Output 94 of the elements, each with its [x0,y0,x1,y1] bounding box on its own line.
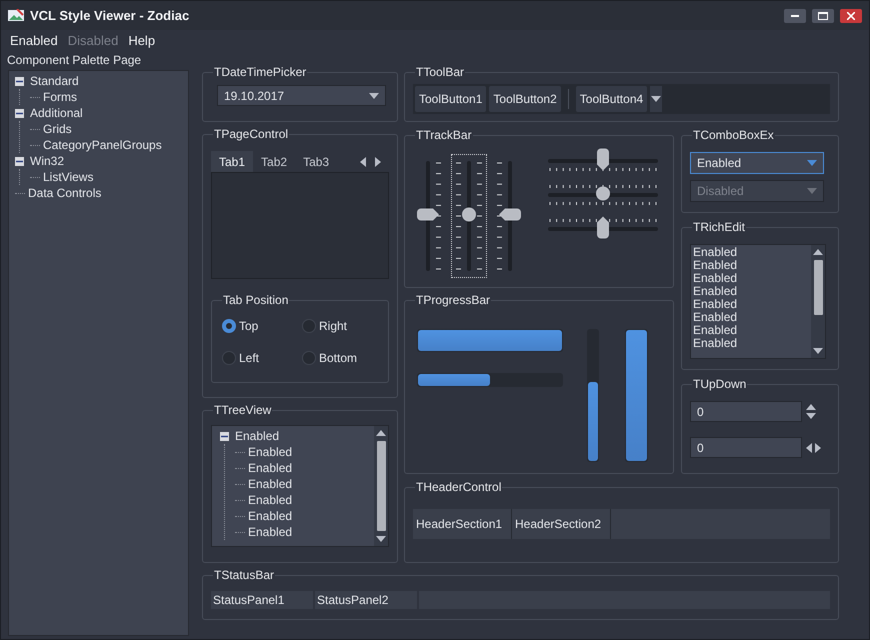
window-title: VCL Style Viewer - Zodiac [30,8,190,23]
collapse-icon[interactable] [220,432,229,440]
text-line: Enabled [693,246,738,259]
text-line: Enabled [693,311,738,324]
minimize-button[interactable] [784,8,806,22]
group-title: TProgressBar [415,293,492,307]
status-panel: StatusPanel2 [315,591,419,609]
group-title: TUpDown [692,377,748,391]
slider-thumb[interactable] [597,216,609,242]
group-title: TTrackBar [415,128,473,142]
maximize-icon [818,12,828,20]
slider-thumb[interactable] [499,208,521,224]
scroll-right-icon[interactable] [375,156,381,166]
scrollbar[interactable] [374,426,388,546]
close-button[interactable] [840,8,862,22]
slider[interactable] [547,183,659,207]
tab[interactable]: Tab3 [295,151,338,172]
tree-item[interactable]: ListViews [43,170,94,184]
slider-thumb[interactable] [417,208,439,224]
text-line: Enabled [693,259,738,272]
tab[interactable]: Tab2 [253,151,296,172]
tree-item[interactable]: CategoryPanelGroups [43,138,162,152]
tree-item[interactable]: Enabled [235,429,280,443]
text-line: Enabled [693,298,738,311]
dropdown-button[interactable] [650,86,662,112]
tree-item[interactable]: Data Controls [28,186,102,200]
header-section[interactable]: HeaderSection2 [512,509,611,539]
tree-item[interactable]: Additional [30,106,83,120]
group-title: TDateTimePicker [213,65,308,79]
spin-down-icon[interactable] [806,413,816,419]
slider-thumb[interactable] [596,186,610,204]
collapse-icon[interactable] [15,108,24,118]
tool-button[interactable]: ToolButton4 [576,86,648,112]
radio-option[interactable]: Bottom [302,351,378,365]
spin-right-icon[interactable] [815,442,821,452]
close-icon [847,12,855,20]
text-line: Enabled [693,337,738,350]
maximize-button[interactable] [812,8,834,22]
slider-thumb[interactable] [462,208,476,224]
tree-item[interactable]: Enabled [248,461,292,475]
header-section[interactable]: HeaderSection1 [413,509,512,539]
tab[interactable]: Tab1 [211,151,254,172]
group-title: TComboBoxEx [692,128,775,142]
group-title: TToolBar [415,65,466,79]
scrollbar[interactable] [811,245,825,358]
group-title: THeaderControl [415,480,502,494]
tree-item[interactable]: Enabled [248,525,292,539]
combo-box[interactable]: Enabled [690,152,824,174]
menu-item[interactable]: Help [128,32,156,48]
scroll-down-icon[interactable] [813,348,823,354]
scroll-up-icon[interactable] [376,430,386,436]
scroll-up-icon[interactable] [813,249,823,255]
date-field[interactable]: 19.10.2017 [217,85,386,106]
group-title: TRichEdit [692,220,746,234]
text-line: Enabled [693,272,738,285]
tree-item[interactable]: Grids [43,122,72,136]
radio-option[interactable]: Right [302,319,378,333]
number-field[interactable]: 0 [690,401,802,422]
spin-left-icon[interactable] [806,442,812,452]
scroll-down-icon[interactable] [376,536,386,542]
app-icon [8,8,24,22]
spin-up-icon[interactable] [806,404,816,410]
menu-item[interactable]: Enabled [10,32,58,48]
radio-option[interactable]: Left [222,351,302,365]
collapse-icon[interactable] [15,156,24,166]
group-title: Tab Position [222,293,290,307]
dropdown-caret-icon [369,92,379,98]
status-panel: StatusPanel1 [211,591,315,609]
group-title: TTreeView [213,403,272,417]
panel-title: Component Palette Page [7,52,142,69]
tool-button[interactable]: ToolButton1 [415,86,486,112]
text-line: Enabled [693,324,738,337]
slider[interactable] [451,154,487,278]
group-title: TPageControl [213,127,290,141]
group-title: TStatusBar [213,568,276,582]
tree-item[interactable]: Enabled [248,477,292,491]
slider-thumb[interactable] [597,148,609,174]
caret-icon [651,96,662,102]
number-field[interactable]: 0 [690,437,802,458]
tree-item[interactable]: Forms [43,90,77,104]
text-line: Enabled [693,285,738,298]
tree-item[interactable]: Enabled [248,493,292,507]
tree-item[interactable]: Enabled [248,509,292,523]
collapse-icon[interactable] [15,76,24,86]
minimize-icon [791,14,799,16]
tree-item[interactable]: Standard [30,74,79,88]
dropdown-caret-icon [807,160,817,166]
dropdown-caret-icon [807,188,817,194]
tree-item[interactable]: Win32 [30,154,64,168]
tool-button[interactable]: ToolButton2 [489,86,561,112]
scroll-left-icon[interactable] [360,156,366,166]
rich-edit[interactable]: Enabled Enabled Enabled Enabled Enabled Enabled Enabled Enabled [690,244,826,359]
tree-item[interactable]: Enabled [248,445,292,459]
radio-option[interactable]: Top [222,319,302,333]
